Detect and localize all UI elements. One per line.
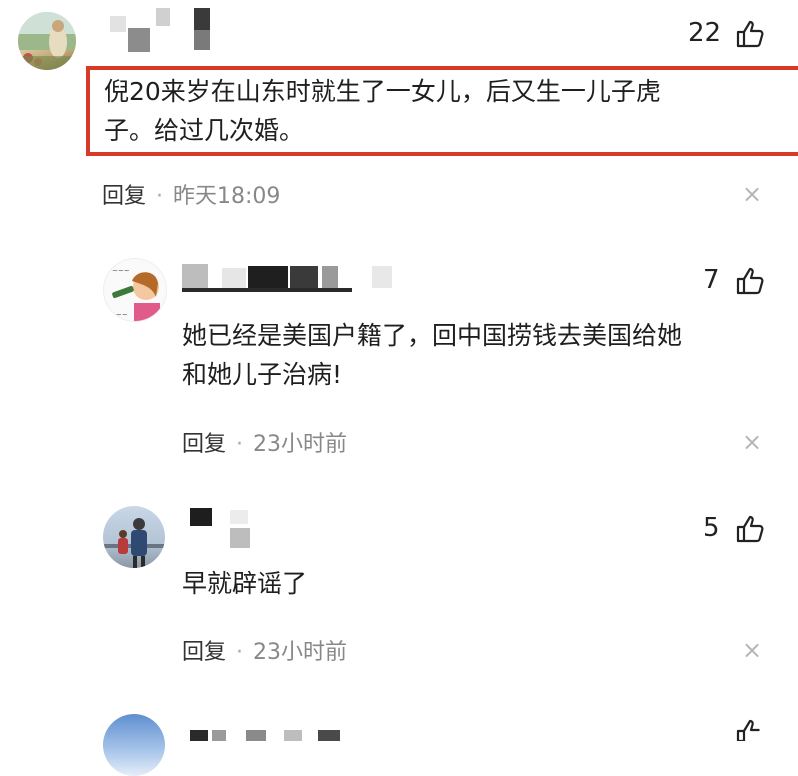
like-count: 7 [703, 265, 720, 295]
reply-button[interactable]: 回复 [182, 640, 226, 665]
separator-dot: · [236, 640, 244, 665]
separator-dot: · [236, 432, 244, 457]
comment-text-line: 和她儿子治病! [182, 360, 343, 389]
comment-text-line: 子。给过几次婚。 [104, 116, 305, 145]
thumbs-up-icon[interactable] [735, 19, 765, 49]
avatar-cartoon-icon: ~~~ ~~~ [110, 267, 160, 321]
svg-text:~~~: ~~~ [112, 267, 130, 275]
like-count: 22 [688, 18, 722, 48]
thumbs-up-icon[interactable] [735, 266, 765, 296]
svg-text:~~~: ~~~ [110, 311, 128, 319]
reply-button[interactable]: 回复 [102, 184, 146, 209]
like-count: 5 [703, 513, 720, 543]
comment-meta: 回复 · 23小时前 [182, 426, 347, 458]
close-icon[interactable]: × [742, 180, 762, 208]
timestamp: 昨天18:09 [173, 184, 281, 209]
avatar-painting-icon [18, 12, 76, 70]
username-censored [188, 508, 258, 550]
comment-text-line: 倪20来岁在山东时就生了一女儿，后又生一儿子虎 [104, 77, 661, 106]
timestamp: 23小时前 [253, 640, 348, 665]
comment-meta: 回复 · 昨天18:09 [102, 178, 280, 210]
reply-button[interactable]: 回复 [182, 432, 226, 457]
thumbs-up-icon[interactable] [735, 718, 765, 741]
close-icon[interactable]: × [742, 636, 762, 664]
comment-text-line: 早就辟谣了 [182, 569, 308, 598]
username-censored [182, 262, 412, 292]
avatar-photo-icon [103, 518, 165, 568]
close-icon[interactable]: × [742, 428, 762, 456]
comment-text: 早就辟谣了 [182, 564, 772, 603]
user-avatar[interactable] [18, 12, 76, 70]
comment-meta: 回复 · 23小时前 [182, 634, 347, 666]
comment-text-line: 她已经是美国户籍了，回中国捞钱去美国给她 [182, 321, 683, 350]
separator-dot: · [156, 184, 164, 209]
user-avatar[interactable] [103, 714, 165, 776]
comment-text: 她已经是美国户籍了，回中国捞钱去美国给她 和她儿子治病! [182, 316, 772, 394]
username-censored [188, 726, 358, 741]
username-censored [110, 8, 220, 52]
user-avatar[interactable] [103, 506, 165, 568]
user-avatar[interactable]: ~~~ ~~~ [103, 258, 167, 322]
comment-text: 倪20来岁在山东时就生了一女儿，后又生一儿子虎 子。给过几次婚。 [104, 72, 784, 150]
thumbs-up-icon[interactable] [735, 514, 765, 544]
timestamp: 23小时前 [253, 432, 348, 457]
